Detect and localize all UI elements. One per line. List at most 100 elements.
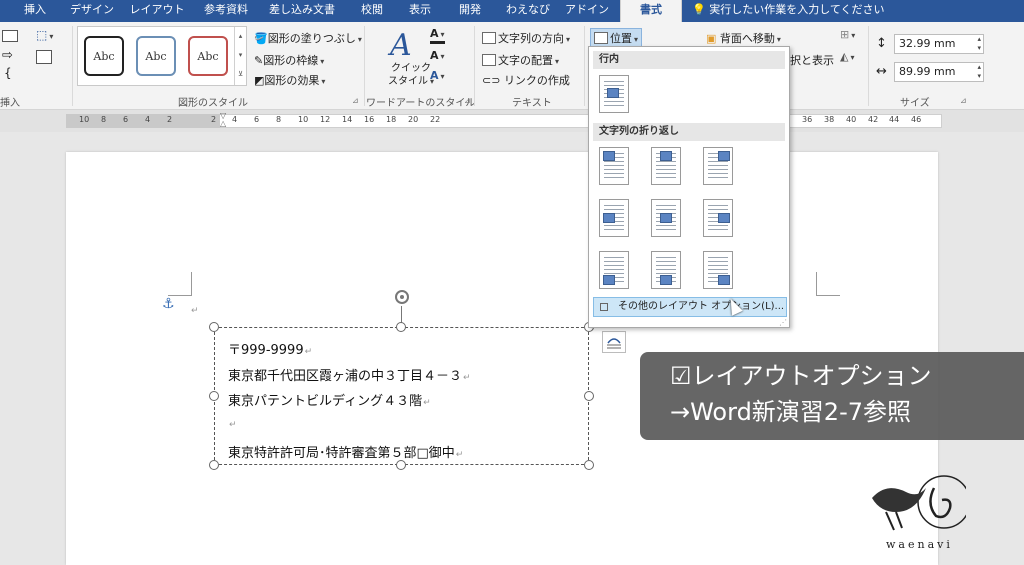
- text-direction-button[interactable]: 文字列の方向 ▾: [482, 30, 570, 46]
- wrap-position-option[interactable]: [703, 147, 733, 185]
- align-text-button[interactable]: 文字の配置 ▾: [482, 52, 559, 68]
- dialog-launcher-icon[interactable]: ⊿: [960, 96, 967, 105]
- shape-width-input[interactable]: 89.99 mm ▴ ▾: [894, 62, 984, 82]
- horizontal-ruler[interactable]: 10 8 6 4 2 2 4 6 8 10 12 14 16 18 20 22 36 38 40 42 44 46 ▽ △: [0, 110, 1024, 132]
- logo-text: waenavi: [886, 538, 953, 551]
- shape-height-value: 32.99 mm: [899, 37, 956, 50]
- wrap-position-option[interactable]: [703, 199, 733, 237]
- resize-handle[interactable]: [209, 460, 219, 470]
- width-spinner[interactable]: ▴ ▾: [977, 63, 981, 81]
- crop-mark: [816, 272, 840, 296]
- wrap-line: [656, 225, 676, 226]
- tell-me-box[interactable]: 💡 実行したい作業を入力してください: [692, 0, 885, 22]
- ruler-number: 14: [342, 115, 353, 124]
- resize-handle[interactable]: [396, 460, 406, 470]
- tutorial-caption: ☑レイアウトオプション →Word新演習2-7参照: [640, 352, 1024, 440]
- shape-height-input[interactable]: 32.99 mm ▴ ▾: [894, 34, 984, 54]
- resize-handle[interactable]: [209, 322, 219, 332]
- ruler-number: 44: [889, 115, 900, 124]
- layout-options-button[interactable]: [602, 331, 626, 353]
- insert-shapes-group-label: 挿入: [0, 98, 20, 109]
- create-link-button[interactable]: ⊂⊃ リンクの作成: [482, 72, 570, 88]
- resize-handle[interactable]: [584, 460, 594, 470]
- tab-layout[interactable]: レイアウト: [126, 0, 188, 22]
- send-backward-button[interactable]: ▣ 背面へ移動 ▾: [706, 30, 781, 46]
- wrap-line: [604, 261, 624, 262]
- wrap-position-option[interactable]: [599, 147, 629, 185]
- tab-mailings[interactable]: 差し込み文書: [262, 0, 342, 22]
- wrap-position-option[interactable]: [599, 251, 629, 289]
- crop-mark: [168, 272, 192, 296]
- quick-styles-button[interactable]: クイック スタイル ▾: [388, 62, 434, 88]
- resize-handle[interactable]: [209, 391, 219, 401]
- wrap-position-option[interactable]: [651, 147, 681, 185]
- tab-insert[interactable]: 挿入: [14, 0, 56, 22]
- link-icon: ⊂⊃: [482, 74, 501, 87]
- resize-grip-icon[interactable]: ⋰: [779, 318, 787, 327]
- wrap-position-option[interactable]: [599, 75, 629, 113]
- rotate-icon[interactable]: ◭ ▾: [840, 50, 854, 63]
- text-outline-button[interactable]: A ▾: [430, 50, 445, 63]
- ruler-number: 2: [167, 115, 173, 124]
- ruler-number: 4: [145, 115, 151, 124]
- tab-waenavi[interactable]: わえなび: [500, 0, 556, 22]
- shape-style-sample-1[interactable]: Abc: [84, 36, 124, 76]
- align-icon[interactable]: ⊞ ▾: [840, 28, 855, 41]
- tab-format[interactable]: 書式: [620, 0, 682, 22]
- dialog-launcher-icon[interactable]: ⊿: [464, 96, 471, 105]
- tab-references[interactable]: 参考資料: [196, 0, 256, 22]
- picture-icon: [607, 88, 619, 98]
- shape-effects-button[interactable]: ◩図形の効果 ▾: [254, 72, 325, 88]
- wrap-position-option[interactable]: [651, 199, 681, 237]
- wrap-line: [708, 225, 728, 226]
- tab-addins[interactable]: アドイン: [562, 0, 612, 22]
- dialog-launcher-icon[interactable]: ⊿: [352, 96, 359, 105]
- wrap-line: [604, 161, 624, 162]
- shape-outline-button[interactable]: ✎図形の枠線 ▾: [254, 52, 324, 68]
- resize-handle[interactable]: [396, 322, 406, 332]
- wordart-a-icon[interactable]: A: [390, 28, 412, 63]
- ruler-number: 46: [911, 115, 922, 124]
- resize-handle[interactable]: [584, 391, 594, 401]
- height-spinner[interactable]: ▴ ▾: [977, 35, 981, 53]
- wrap-position-option[interactable]: [703, 251, 733, 289]
- position-button[interactable]: 位置 ▾: [590, 28, 643, 48]
- picture-icon: [660, 275, 672, 285]
- wrap-position-option[interactable]: [599, 199, 629, 237]
- pencil-icon: ✎: [254, 54, 264, 67]
- ruler-number: 4: [232, 115, 238, 124]
- text-fill-button[interactable]: A ▾: [430, 28, 445, 44]
- shape-style-sample-3[interactable]: Abc: [188, 36, 228, 76]
- wrap-line: [708, 177, 728, 178]
- rectangle-shape-icon[interactable]: [2, 30, 18, 42]
- address-line-recipient: 東京特許許可局･特許審査第５部□御中↵: [228, 442, 463, 461]
- tab-design[interactable]: デザイン: [64, 0, 120, 22]
- tab-view[interactable]: 表示: [400, 0, 440, 22]
- create-link-label: リンクの作成: [503, 74, 570, 87]
- anchor-icon[interactable]: ⚓: [162, 296, 175, 312]
- ruler-number: 20: [408, 115, 419, 124]
- shape-fill-button[interactable]: 🪣図形の塗りつぶし ▾: [254, 30, 362, 46]
- arrow-shape-icon[interactable]: ⇨: [2, 48, 13, 63]
- ruler-number: 40: [846, 115, 857, 124]
- edit-shape-icon[interactable]: ⬚ ▾: [36, 28, 53, 42]
- text-effects-button[interactable]: A ▾: [430, 70, 445, 83]
- rotate-handle-icon[interactable]: [393, 288, 411, 306]
- shape-style-sample-2[interactable]: Abc: [136, 36, 176, 76]
- selection-pane-button[interactable]: 択と表示: [790, 52, 834, 68]
- wrap-position-option[interactable]: [651, 251, 681, 289]
- tab-developer[interactable]: 開発: [450, 0, 490, 22]
- wrap-line: [604, 105, 624, 106]
- text-outline-glyph: A: [430, 49, 439, 62]
- indent-marker-icon[interactable]: ▽ △: [220, 112, 226, 128]
- text-box-icon[interactable]: [36, 50, 52, 64]
- gallery-scroll[interactable]: ▴ ▾ ⊻: [234, 27, 246, 85]
- shape-effects-label: 図形の効果: [264, 74, 320, 87]
- ruler-number: 10: [79, 115, 90, 124]
- more-layout-options-item[interactable]: その他のレイアウト オプション(L)...: [593, 297, 787, 317]
- ruler-numbers: 10 8 6 4 2 2 4 6 8 10 12 14 16 18 20 22 36 38 40 42 44 46: [66, 114, 942, 128]
- picture-icon: [718, 151, 730, 161]
- brace-shape-icon[interactable]: {: [4, 66, 12, 80]
- tab-review[interactable]: 校閲: [352, 0, 392, 22]
- ruler-number: 42: [868, 115, 879, 124]
